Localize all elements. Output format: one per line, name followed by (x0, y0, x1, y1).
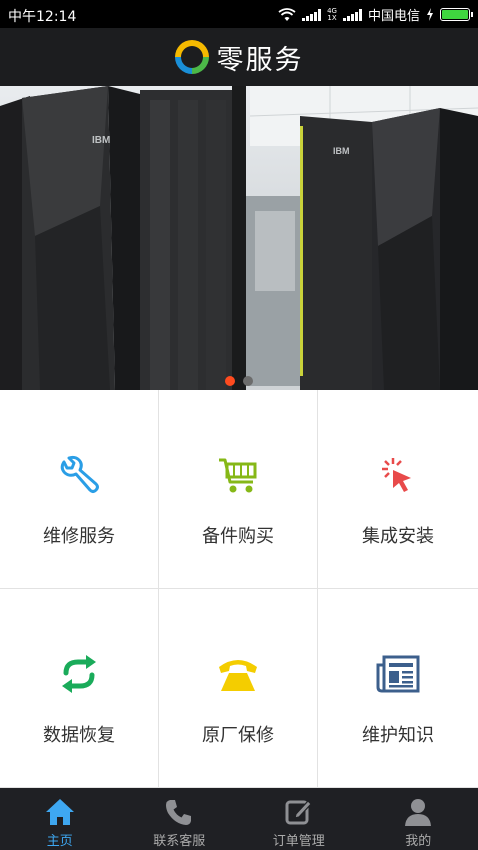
service-knowledge[interactable]: 维护知识 (318, 589, 478, 788)
cursor-click-icon (382, 458, 411, 492)
page-title: 零服务 (216, 44, 304, 76)
home-icon (45, 799, 74, 825)
app-header: 零服务 (0, 28, 478, 86)
banner-brand-left: IBM (92, 135, 110, 146)
service-grid: 维修服务 备件购买 集成安装 数据恢复 原厂保修 维护知识 (0, 390, 478, 788)
banner-carousel[interactable]: IBM IBM (0, 86, 478, 390)
service-repair[interactable]: 维修服务 (0, 390, 159, 589)
user-icon (405, 799, 432, 826)
carousel-dot[interactable] (243, 376, 253, 386)
service-label: 维修服务 (43, 526, 115, 547)
tab-label: 主页 (46, 834, 73, 849)
phone-icon (219, 660, 257, 691)
tab-home[interactable]: 主页 (0, 788, 120, 850)
signal-icon-2 (342, 8, 362, 21)
service-install[interactable]: 集成安装 (318, 390, 478, 589)
status-bar: 中午12:14 4G 1X 中国电信 (0, 0, 478, 28)
service-label: 维护知识 (362, 725, 434, 746)
banner-image: IBM IBM (0, 86, 478, 390)
edit-icon (285, 800, 312, 825)
sync-icon (62, 655, 96, 693)
service-label: 备件购买 (202, 526, 274, 547)
status-right: 4G 1X 中国电信 (278, 5, 473, 24)
banner-brand-right: IBM (333, 146, 350, 156)
tab-label: 我的 (405, 834, 432, 849)
tab-order-management[interactable]: 订单管理 (239, 788, 359, 850)
ring-logo-icon (174, 40, 209, 74)
service-label: 数据恢复 (43, 725, 115, 746)
carrier-name: 中国电信 (367, 9, 420, 24)
service-label: 集成安装 (362, 526, 434, 547)
battery-icon (440, 8, 473, 21)
bottom-tab-bar: 主页 联系客服 订单管理 我的 (0, 788, 478, 850)
tab-label: 联系客服 (153, 834, 206, 849)
service-label: 原厂保修 (202, 725, 274, 746)
newspaper-icon (376, 655, 420, 693)
carousel-dot[interactable] (225, 376, 235, 386)
tab-contact-support[interactable]: 联系客服 (120, 788, 240, 850)
wifi-icon (278, 7, 296, 21)
status-time: 中午12:14 (8, 9, 77, 25)
charging-icon (427, 8, 433, 21)
tab-profile[interactable]: 我的 (359, 788, 478, 850)
phone-handset-icon (166, 800, 192, 825)
battery-level (442, 10, 468, 19)
service-data-recovery[interactable]: 数据恢复 (0, 589, 159, 788)
service-parts[interactable]: 备件购买 (159, 390, 318, 589)
signal-icon (302, 8, 322, 21)
tab-label: 订单管理 (272, 834, 325, 849)
network-type: 4G 1X (327, 6, 337, 22)
carousel-indicator (225, 376, 253, 386)
wrench-icon (60, 455, 99, 493)
cart-icon (219, 458, 257, 493)
service-warranty[interactable]: 原厂保修 (159, 589, 318, 788)
